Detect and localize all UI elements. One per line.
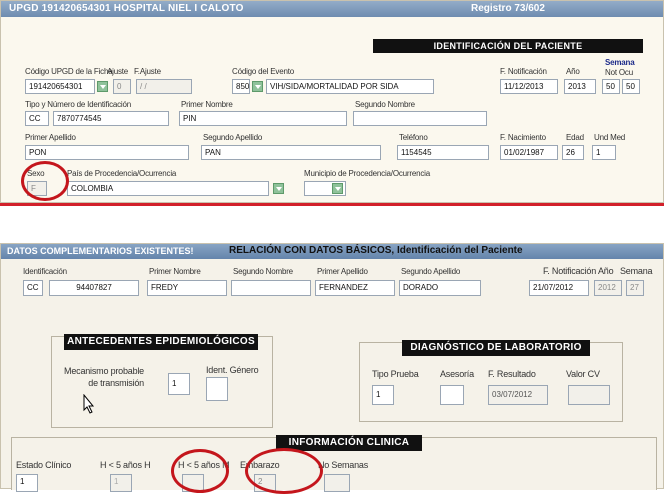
datos-complementarios-title: DATOS COMPLEMENTARIOS EXISTENTES! [7,246,194,256]
label-tipo-num-id: Tipo y Número de Identificación [25,100,132,109]
label-segundo-nombre-b: Segundo Nombre [233,267,293,276]
f-nacimiento-field[interactable]: 01/02/1987 [500,145,558,160]
label-tipo-prueba: Tipo Prueba [372,369,419,379]
f-notificacion-field[interactable]: 11/12/2013 [500,79,558,94]
segundo-apellido-b-field[interactable]: DORADO [399,280,481,296]
label-segundo-nombre: Segundo Nombre [355,100,415,109]
und-med-field[interactable]: 1 [592,145,616,160]
label-h5h: H < 5 años H [100,460,151,470]
label-telefono: Teléfono [399,133,428,142]
semana-ocu-field[interactable]: 50 [622,79,640,94]
record-counter: Registro 73/602 [471,3,545,14]
tipo-id-b-field[interactable]: CC [23,280,43,296]
label-primer-nombre: Primer Nombre [181,100,233,109]
label-f-notificacion-b: F. Notificación [543,266,597,276]
label-asesoria: Asesoría [440,369,474,379]
label-identificacion: Identificación [23,267,67,276]
pais-field[interactable]: COLOMBIA [67,181,269,196]
bottom-header-bar: DATOS COMPLEMENTARIOS EXISTENTES! RELACI… [1,244,663,259]
mouse-cursor-icon [83,394,95,414]
asesoria-field[interactable] [440,385,464,405]
top-panel: UPGD 191420654301 HOSPITAL NIEL I CALOTO… [0,0,664,203]
label-estado-clinico: Estado Clínico [16,460,72,470]
label-ident-genero: Ident. Género [206,365,259,375]
semana-not-field[interactable]: 50 [602,79,620,94]
label-und-med: Und Med [594,133,626,142]
tipo-prueba-field[interactable]: 1 [372,385,394,405]
label-primer-apellido: Primer Apellido [25,133,76,142]
h5h-field[interactable]: 1 [110,474,132,492]
label-ajuste: Ajuste [107,67,129,76]
antecedentes-box: ANTECEDENTES EPIDEMIOLÓGICOS Mecanismo p… [51,334,273,428]
label-f-nacimiento: F. Nacimiento [500,133,546,142]
label-f-resultado: F. Resultado [488,369,536,379]
clinica-box: INFORMACIÓN CLINICA Estado Clínico H < 5… [11,435,657,492]
evento-dropdown-icon[interactable] [252,81,263,92]
label-pais: País de Procedencia/Ocurrencia [67,169,177,178]
label-municipio: Municipio de Procedencia/Ocurrencia [304,169,430,178]
h5m-highlight-circle [171,449,229,493]
label-anio: Año [566,67,580,76]
segundo-apellido-field[interactable]: PAN [201,145,381,160]
label-edad: Edad [566,133,584,142]
label-codigo-upgd: Código UPGD de la Ficha [25,67,113,76]
municipio-dropdown-icon[interactable] [332,183,343,194]
label-segundo-apellido: Segundo Apellido [203,133,263,142]
label-primer-nombre-b: Primer Nombre [149,267,201,276]
numero-id-field[interactable]: 7870774545 [53,111,169,126]
mecanismo-field[interactable]: 1 [168,373,190,395]
bottom-panel: DATOS COMPLEMENTARIOS EXISTENTES! RELACI… [0,243,664,494]
label-mecanismo: Mecanismo probable de transmisión [64,366,144,388]
relacion-datos-title: RELACIÓN CON DATOS BÁSICOS, Identificaci… [229,245,523,256]
label-f-notificacion: F. Notificación [500,67,547,76]
primer-apellido-b-field[interactable]: FERNANDEZ [315,280,395,296]
laboratorio-header: DIAGNÓSTICO DE LABORATORIO [402,340,590,356]
telefono-field[interactable]: 1154545 [397,145,489,160]
anio-field[interactable]: 2013 [564,79,596,94]
label-anio-b: Año [598,266,614,276]
embarazo-highlight-circle [245,448,323,494]
label-codigo-evento: Código del Evento [232,67,294,76]
pais-dropdown-icon[interactable] [273,183,284,194]
f-notificacion-b-field[interactable]: 21/07/2012 [529,280,589,296]
separator-line [0,203,664,206]
primer-nombre-b-field[interactable]: FREDY [147,280,227,296]
laboratorio-box: DIAGNÓSTICO DE LABORATORIO Tipo Prueba A… [359,340,623,422]
f-ajuste-field[interactable]: / / [136,79,192,94]
codigo-upgd-dropdown-icon[interactable] [97,81,108,92]
evento-nombre-field[interactable]: VIH/SIDA/MORTALIDAD POR SIDA [266,79,434,94]
sexo-highlight-circle [21,161,69,201]
edad-field[interactable]: 26 [562,145,584,160]
label-f-ajuste: F.Ajuste [134,67,161,76]
antecedentes-header: ANTECEDENTES EPIDEMIOLÓGICOS [64,334,258,350]
ajuste-field[interactable]: 0 [113,79,131,94]
anio-b-field[interactable]: 2012 [594,280,622,296]
label-valor-cv: Valor CV [566,369,600,379]
window-title: UPGD 191420654301 HOSPITAL NIEL I CALOTO [9,3,244,14]
semana-b-field[interactable]: 27 [626,280,644,296]
tipo-id-field[interactable]: CC [25,111,49,126]
section-header-identificacion: IDENTIFICACIÓN DEL PACIENTE [373,39,643,53]
no-semanas-field[interactable] [324,474,350,492]
ident-genero-field[interactable] [206,377,228,401]
estado-clinico-field[interactable]: 1 [16,474,38,492]
label-not-ocu: Not Ocu [605,68,633,77]
evento-codigo-field[interactable]: 850 [232,79,250,94]
primer-apellido-field[interactable]: PON [25,145,189,160]
segundo-nombre-b-field[interactable] [231,280,311,296]
codigo-upgd-field[interactable]: 191420654301 [25,79,95,94]
label-segundo-apellido-b: Segundo Apellido [401,267,461,276]
label-semana: Semana [605,58,635,67]
label-primer-apellido-b: Primer Apellido [317,267,368,276]
label-no-semanas: No Semanas [318,460,369,470]
segundo-nombre-field[interactable] [353,111,487,126]
title-bar: UPGD 191420654301 HOSPITAL NIEL I CALOTO… [1,1,663,17]
label-semana-b: Semana [620,266,653,276]
valor-cv-field[interactable] [568,385,610,405]
numero-id-b-field[interactable]: 94407827 [49,280,139,296]
primer-nombre-field[interactable]: PIN [179,111,347,126]
f-resultado-field[interactable]: 03/07/2012 [488,385,548,405]
